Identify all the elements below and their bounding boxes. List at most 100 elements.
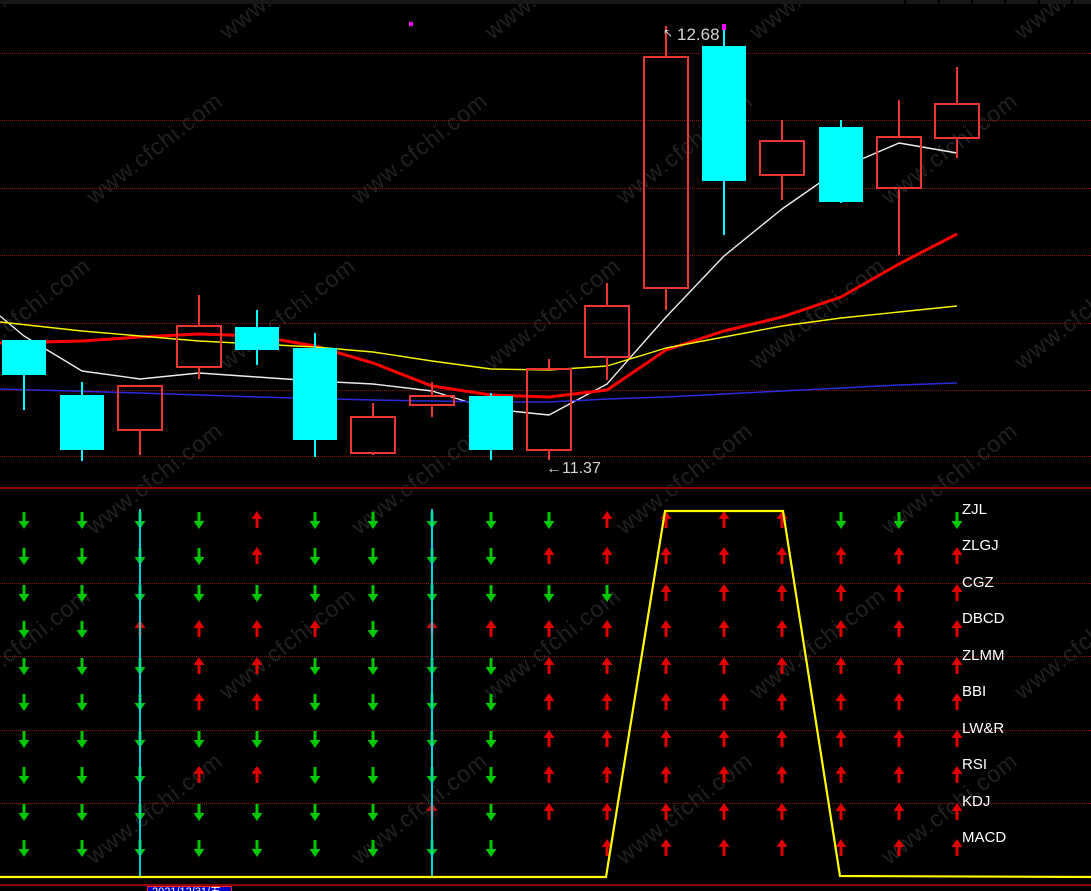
sell-arrow-icon [19,512,30,529]
sell-arrow-icon [368,512,379,529]
buy-arrow-icon [194,657,205,674]
candle-body [760,141,804,175]
buy-arrow-icon [777,766,788,783]
buy-arrow-icon [836,693,847,710]
buy-arrow-icon [661,547,672,564]
buy-arrow-icon [836,547,847,564]
sell-arrow-icon [486,585,497,602]
scrollbar-tick [1038,0,1040,4]
buy-arrow-icon [894,730,905,747]
sell-arrow-icon [368,840,379,857]
sell-arrow-icon [194,585,205,602]
buy-arrow-icon [252,657,263,674]
candle-up [585,283,629,380]
buy-arrow-icon [544,730,555,747]
buy-arrow-icon [952,766,963,783]
sell-arrow-icon [19,767,30,784]
annotation-arrow-icon: ↖ [663,26,673,40]
sell-arrow-icon [486,840,497,857]
candle-up [877,100,921,255]
sell-arrow-icon [368,694,379,711]
candle-body [410,396,454,405]
signal-line [0,511,1091,877]
buy-arrow-icon [952,693,963,710]
sell-arrow-icon [310,658,321,675]
buy-arrow-icon [194,766,205,783]
buy-arrow-icon [719,839,730,856]
sell-arrow-icon [486,694,497,711]
signal-grid-chart[interactable] [0,488,1091,884]
candle-body [935,104,979,138]
buy-arrow-icon [894,766,905,783]
sell-arrow-icon [77,694,88,711]
candle-body [585,306,629,357]
sell-arrow-icon [252,840,263,857]
sell-arrow-icon [19,548,30,565]
ma-red [0,234,957,397]
sell-arrow-icon [368,658,379,675]
price-annotation: ←11.37 [546,460,601,477]
buy-arrow-icon [719,620,730,637]
price-annotation: 12.68 [677,25,720,44]
sell-arrow-icon [77,548,88,565]
candle-body [527,369,571,450]
candle-down [469,393,513,460]
candle-body [235,327,279,350]
ma-white [0,143,957,415]
candlestick-chart[interactable]: ↖ 12.68 ←11.37 [0,0,1091,488]
buy-arrow-icon [602,693,613,710]
buy-arrow-icon [836,730,847,747]
top-scrollbar[interactable] [0,0,1091,4]
buy-arrow-icon [544,657,555,674]
buy-arrow-icon [719,766,730,783]
candle-body [177,326,221,367]
buy-arrow-icon [836,803,847,820]
sell-arrow-icon [77,804,88,821]
sell-arrow-icon [77,621,88,638]
buy-arrow-icon [661,730,672,747]
buy-arrow-icon [661,766,672,783]
buy-arrow-icon [661,803,672,820]
buy-arrow-icon [719,730,730,747]
buy-arrow-icon [719,547,730,564]
date-label[interactable]: 2021/12/31/五 [147,886,232,891]
sell-arrow-icon [310,694,321,711]
sell-arrow-icon [77,585,88,602]
buy-arrow-icon [252,511,263,528]
candle-body [118,386,162,430]
candle-down [235,310,279,365]
event-vline [431,509,433,877]
buy-arrow-icon [661,693,672,710]
sell-arrow-icon [310,548,321,565]
sell-arrow-icon [19,621,30,638]
sell-arrow-icon [310,767,321,784]
buy-arrow-icon [602,803,613,820]
sell-arrow-icon [486,731,497,748]
sell-arrow-icon [194,512,205,529]
sell-arrow-icon [486,804,497,821]
sell-arrow-icon [19,694,30,711]
buy-arrow-icon [777,584,788,601]
candle-down [60,382,104,461]
candle-up [177,295,221,379]
buy-arrow-icon [836,584,847,601]
candle-body [60,395,104,450]
buy-arrow-icon [719,693,730,710]
stock-chart-window: www.cfchi.comwww.cfchi.comwww.cfchi.comw… [0,0,1091,891]
buy-arrow-icon [777,620,788,637]
sell-arrow-icon [368,548,379,565]
buy-arrow-icon [777,657,788,674]
buy-arrow-icon [194,693,205,710]
candle-body [2,340,46,375]
sell-arrow-icon [19,658,30,675]
pane-separator [0,487,1091,489]
sell-arrow-icon [77,512,88,529]
sell-arrow-icon [252,804,263,821]
sell-arrow-icon [252,585,263,602]
buy-arrow-icon [602,547,613,564]
sell-arrow-icon [310,804,321,821]
buy-arrow-icon [952,620,963,637]
sell-arrow-icon [544,585,555,602]
buy-arrow-icon [719,584,730,601]
buy-arrow-icon [661,839,672,856]
